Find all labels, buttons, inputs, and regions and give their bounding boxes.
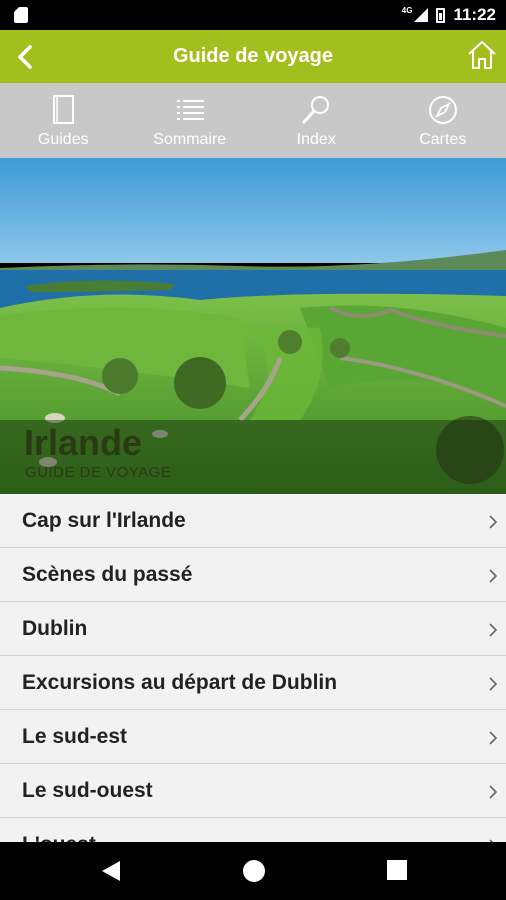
status-bar: 4G 11:22 <box>0 0 506 30</box>
tab-sommaire[interactable]: Sommaire <box>127 83 254 158</box>
back-icon[interactable] <box>12 42 40 72</box>
chevron-right-icon <box>489 785 498 799</box>
signal-icon <box>414 8 429 22</box>
chevron-right-icon <box>489 569 498 583</box>
sd-card-icon <box>14 7 28 23</box>
nav-back-icon[interactable] <box>100 859 122 883</box>
chapter-label: Scènes du passé <box>22 562 193 586</box>
chapter-row[interactable]: Le sud-est <box>0 710 506 764</box>
app-bar: Guide de voyage <box>0 30 506 83</box>
hero-subtitle: GUIDE DE VOYAGE <box>25 464 172 481</box>
tab-sommaire-label: Sommaire <box>153 130 227 148</box>
tab-index-label: Index <box>296 130 336 148</box>
list-icon <box>176 99 204 120</box>
system-nav-bar <box>0 842 506 900</box>
home-icon[interactable] <box>466 39 498 71</box>
book-icon <box>53 94 75 124</box>
battery-icon <box>436 7 446 23</box>
chapter-row[interactable]: Excursions au départ de Dublin <box>0 656 506 710</box>
section-toolbar: Guides Sommaire Index Cartes <box>0 83 506 158</box>
chevron-right-icon <box>489 677 498 691</box>
chapter-label: L'ouest <box>22 833 96 843</box>
clock: 11:22 <box>453 5 496 24</box>
compass-icon <box>428 95 457 124</box>
nav-home-icon[interactable] <box>242 859 266 883</box>
magnifier-icon <box>302 95 330 123</box>
page-title: Guide de voyage <box>172 45 334 67</box>
chevron-right-icon <box>489 623 498 637</box>
chapter-row[interactable]: Dublin <box>0 602 506 656</box>
chevron-right-icon <box>489 731 498 745</box>
chapter-label: Le sud-ouest <box>22 778 153 802</box>
tab-guides[interactable]: Guides <box>0 83 127 158</box>
chapter-label: Dublin <box>22 616 88 640</box>
tab-index[interactable]: Index <box>253 83 380 158</box>
chapter-label: Cap sur l'Irlande <box>22 508 186 532</box>
status-right: 4G 11:22 <box>402 5 496 25</box>
chapter-label: Excursions au départ de Dublin <box>22 670 338 694</box>
chapter-row[interactable]: Scènes du passé <box>0 548 506 602</box>
tab-cartes[interactable]: Cartes <box>380 83 506 158</box>
chapter-row[interactable]: Le sud-ouest <box>0 764 506 818</box>
chapter-label: Le sud-est <box>22 724 128 748</box>
tab-cartes-label: Cartes <box>419 130 467 148</box>
hero-banner: Irlande GUIDE DE VOYAGE <box>0 158 506 494</box>
chapter-row[interactable]: Cap sur l'Irlande <box>0 494 506 548</box>
chapter-list: Cap sur l'Irlande Scènes du passé Dublin Ex… <box>0 494 506 842</box>
chevron-right-icon <box>489 515 498 529</box>
hero-caption: Irlande GUIDE DE VOYAGE <box>0 420 506 494</box>
chapter-row[interactable]: L'ouest <box>0 818 506 842</box>
tab-guides-label: Guides <box>37 130 89 148</box>
nav-recents-icon[interactable] <box>386 859 408 881</box>
hero-title: Irlande <box>24 422 143 463</box>
network-type: 4G <box>401 5 413 15</box>
